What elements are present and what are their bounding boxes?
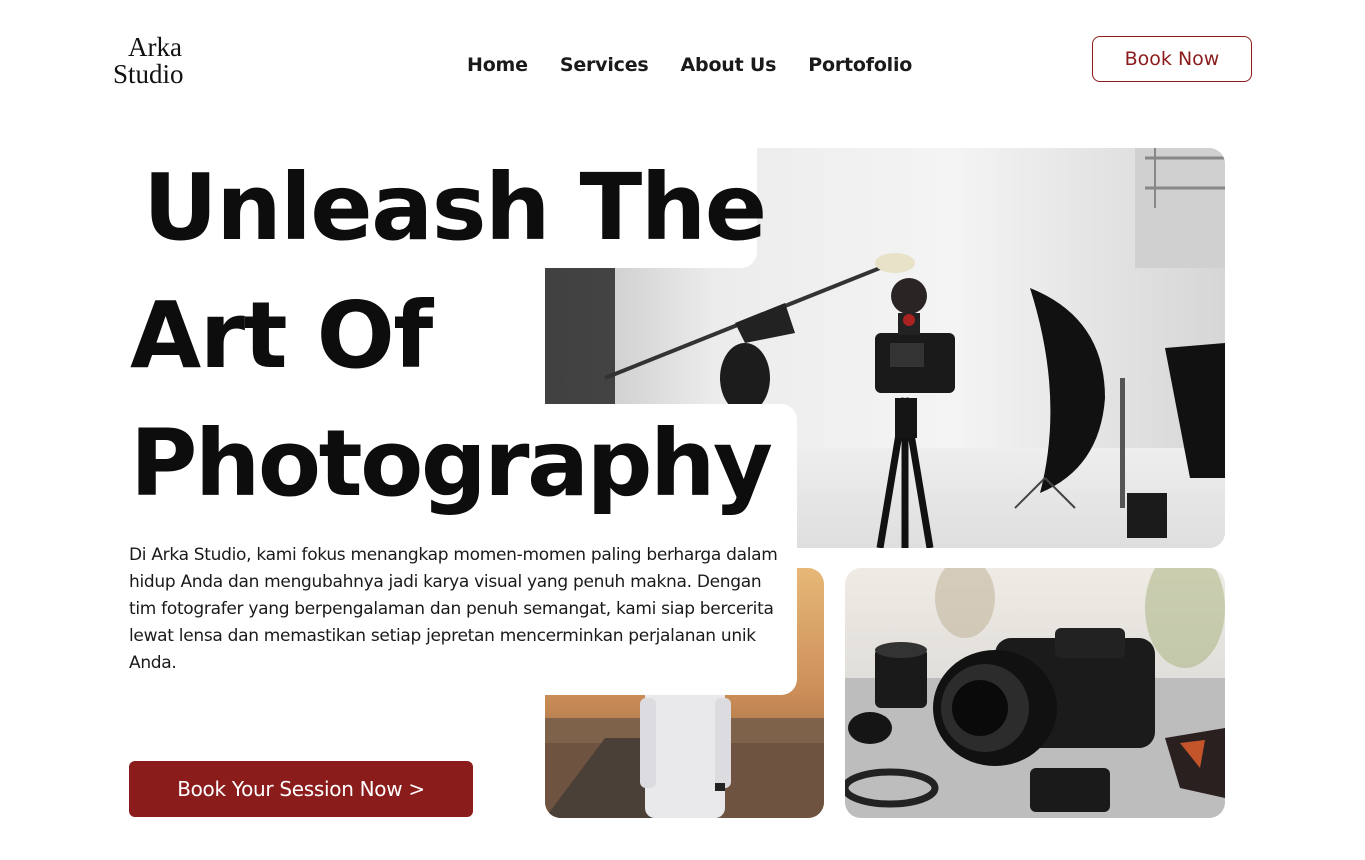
nav-services[interactable]: Services [560, 54, 649, 76]
hero-title-line-2: Art Of [130, 282, 433, 389]
logo-line-2: Studio [113, 59, 184, 89]
hero-description: Di Arka Studio, kami fokus menangkap mom… [129, 545, 778, 673]
hero-title-line-1: Unleash The [143, 154, 767, 261]
logo-line-1: Arka [128, 32, 182, 62]
book-session-button[interactable]: Book Your Session Now > [129, 761, 473, 817]
nav-portofolio[interactable]: Portofolio [808, 54, 912, 76]
book-now-button[interactable]: Book Now [1092, 36, 1252, 82]
camera-gear-photo [845, 568, 1225, 818]
hero-title-line-3: Photography [130, 410, 773, 517]
brand-logo[interactable]: Arka Studio [113, 34, 184, 88]
main-nav: Home Services About Us Portofolio [467, 54, 912, 76]
nav-home[interactable]: Home [467, 54, 528, 76]
nav-about-us[interactable]: About Us [681, 54, 777, 76]
